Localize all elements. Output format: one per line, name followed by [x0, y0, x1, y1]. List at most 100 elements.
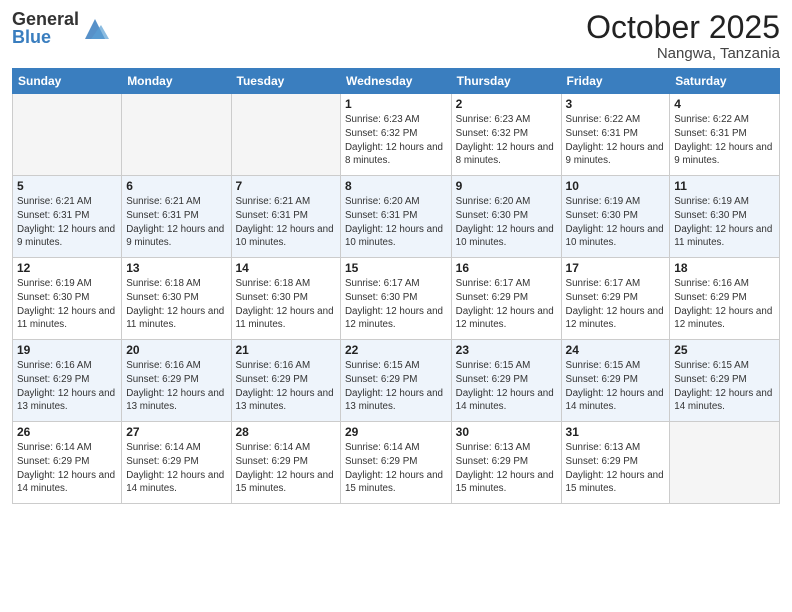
day-number: 19	[17, 343, 117, 357]
day-info: Sunrise: 6:16 AMSunset: 6:29 PMDaylight:…	[236, 359, 336, 414]
day-number: 18	[674, 261, 775, 275]
header: General Blue October 2025 Nangwa, Tanzan…	[12, 10, 780, 62]
day-info: Sunrise: 6:16 AMSunset: 6:29 PMDaylight:…	[17, 359, 117, 414]
table-row	[231, 94, 340, 176]
day-info: Sunrise: 6:17 AMSunset: 6:30 PMDaylight:…	[345, 277, 447, 332]
day-info: Sunrise: 6:19 AMSunset: 6:30 PMDaylight:…	[566, 195, 666, 250]
day-info: Sunrise: 6:13 AMSunset: 6:29 PMDaylight:…	[566, 441, 666, 496]
table-row: 12 Sunrise: 6:19 AMSunset: 6:30 PMDayligh…	[13, 258, 122, 340]
calendar-week-row: 5 Sunrise: 6:21 AMSunset: 6:31 PMDaylight…	[13, 176, 780, 258]
table-row: 15 Sunrise: 6:17 AMSunset: 6:30 PMDayligh…	[340, 258, 451, 340]
table-row: 2 Sunrise: 6:23 AMSunset: 6:32 PMDaylight…	[451, 94, 561, 176]
table-row: 24 Sunrise: 6:15 AMSunset: 6:29 PMDayligh…	[561, 340, 670, 422]
day-number: 29	[345, 425, 447, 439]
header-tuesday: Tuesday	[231, 69, 340, 94]
day-info: Sunrise: 6:19 AMSunset: 6:30 PMDaylight:…	[17, 277, 117, 332]
table-row: 4Sunrise: 6:22 AMSunset: 6:31 PMDaylight…	[670, 94, 780, 176]
day-info: Sunrise: 6:21 AMSunset: 6:31 PMDaylight:…	[17, 195, 117, 250]
table-row: 21 Sunrise: 6:16 AMSunset: 6:29 PMDayligh…	[231, 340, 340, 422]
day-info: Sunrise: 6:15 AMSunset: 6:29 PMDaylight:…	[566, 359, 666, 414]
day-number: 2	[456, 97, 557, 111]
table-row: 13Sunrise: 6:18 AMSunset: 6:30 PMDayligh…	[122, 258, 231, 340]
table-row: 29Sunrise: 6:14 AMSunset: 6:29 PMDayligh…	[340, 422, 451, 504]
day-info: Sunrise: 6:20 AMSunset: 6:31 PMDaylight:…	[345, 195, 447, 250]
header-friday: Friday	[561, 69, 670, 94]
day-number: 10	[566, 179, 666, 193]
calendar-table: Sunday Monday Tuesday Wednesday Thursday…	[12, 68, 780, 504]
day-info: Sunrise: 6:18 AMSunset: 6:30 PMDaylight:…	[236, 277, 336, 332]
table-row: 27Sunrise: 6:14 AMSunset: 6:29 PMDayligh…	[122, 422, 231, 504]
day-info: Sunrise: 6:20 AMSunset: 6:30 PMDaylight:…	[456, 195, 557, 250]
table-row: 26Sunrise: 6:14 AMSunset: 6:29 PMDayligh…	[13, 422, 122, 504]
day-info: Sunrise: 6:19 AMSunset: 6:30 PMDaylight:…	[674, 195, 775, 250]
table-row: 6Sunrise: 6:21 AMSunset: 6:31 PMDaylight…	[122, 176, 231, 258]
table-row: 25 Sunrise: 6:15 AMSunset: 6:29 PMDayligh…	[670, 340, 780, 422]
table-row: 31 Sunrise: 6:13 AMSunset: 6:29 PMDayligh…	[561, 422, 670, 504]
day-number: 15	[345, 261, 447, 275]
logo-icon	[81, 15, 109, 43]
day-number: 24	[566, 343, 666, 357]
calendar-week-row: 19 Sunrise: 6:16 AMSunset: 6:29 PMDayligh…	[13, 340, 780, 422]
day-number: 9	[456, 179, 557, 193]
day-number: 26	[17, 425, 117, 439]
day-info: Sunrise: 6:23 AMSunset: 6:32 PMDaylight:…	[345, 113, 447, 168]
day-info: Sunrise: 6:15 AMSunset: 6:29 PMDaylight:…	[456, 359, 557, 414]
table-row	[670, 422, 780, 504]
day-info: Sunrise: 6:16 AMSunset: 6:29 PMDaylight:…	[126, 359, 226, 414]
table-row: 22Sunrise: 6:15 AMSunset: 6:29 PMDayligh…	[340, 340, 451, 422]
calendar-week-row: 12 Sunrise: 6:19 AMSunset: 6:30 PMDayligh…	[13, 258, 780, 340]
day-info: Sunrise: 6:15 AMSunset: 6:29 PMDaylight:…	[674, 359, 775, 414]
day-info: Sunrise: 6:14 AMSunset: 6:29 PMDaylight:…	[236, 441, 336, 496]
day-number: 3	[566, 97, 666, 111]
logo-general: General	[12, 10, 79, 28]
table-row	[13, 94, 122, 176]
day-number: 11	[674, 179, 775, 193]
day-number: 16	[456, 261, 557, 275]
table-row: 14 Sunrise: 6:18 AMSunset: 6:30 PMDayligh…	[231, 258, 340, 340]
day-info: Sunrise: 6:16 AMSunset: 6:29 PMDaylight:…	[674, 277, 775, 332]
day-number: 7	[236, 179, 336, 193]
day-number: 17	[566, 261, 666, 275]
table-row: 7 Sunrise: 6:21 AMSunset: 6:31 PMDaylight…	[231, 176, 340, 258]
table-row: 5 Sunrise: 6:21 AMSunset: 6:31 PMDaylight…	[13, 176, 122, 258]
day-number: 31	[566, 425, 666, 439]
day-info: Sunrise: 6:22 AMSunset: 6:31 PMDaylight:…	[674, 113, 775, 168]
day-number: 14	[236, 261, 336, 275]
title-area: October 2025 Nangwa, Tanzania	[586, 10, 780, 62]
day-info: Sunrise: 6:23 AMSunset: 6:32 PMDaylight:…	[456, 113, 557, 168]
day-info: Sunrise: 6:14 AMSunset: 6:29 PMDaylight:…	[126, 441, 226, 496]
day-number: 30	[456, 425, 557, 439]
day-number: 6	[126, 179, 226, 193]
table-row: 18 Sunrise: 6:16 AMSunset: 6:29 PMDayligh…	[670, 258, 780, 340]
day-number: 13	[126, 261, 226, 275]
header-monday: Monday	[122, 69, 231, 94]
day-info: Sunrise: 6:15 AMSunset: 6:29 PMDaylight:…	[345, 359, 447, 414]
day-number: 12	[17, 261, 117, 275]
table-row: 17 Sunrise: 6:17 AMSunset: 6:29 PMDayligh…	[561, 258, 670, 340]
location: Nangwa, Tanzania	[586, 45, 780, 62]
day-info: Sunrise: 6:21 AMSunset: 6:31 PMDaylight:…	[236, 195, 336, 250]
table-row: 10 Sunrise: 6:19 AMSunset: 6:30 PMDayligh…	[561, 176, 670, 258]
day-number: 8	[345, 179, 447, 193]
page-container: General Blue October 2025 Nangwa, Tanzan…	[0, 0, 792, 612]
day-number: 25	[674, 343, 775, 357]
day-info: Sunrise: 6:17 AMSunset: 6:29 PMDaylight:…	[566, 277, 666, 332]
header-thursday: Thursday	[451, 69, 561, 94]
calendar-week-row: 1Sunrise: 6:23 AMSunset: 6:32 PMDaylight…	[13, 94, 780, 176]
day-number: 28	[236, 425, 336, 439]
day-number: 23	[456, 343, 557, 357]
day-number: 5	[17, 179, 117, 193]
table-row: 9 Sunrise: 6:20 AMSunset: 6:30 PMDaylight…	[451, 176, 561, 258]
header-sunday: Sunday	[13, 69, 122, 94]
month-title: October 2025	[586, 10, 780, 45]
table-row: 23 Sunrise: 6:15 AMSunset: 6:29 PMDayligh…	[451, 340, 561, 422]
calendar-week-row: 26 Sunrise: 6:14 AMSunset: 6:29 PMDayligh…	[13, 422, 780, 504]
table-row: 20Sunrise: 6:16 AMSunset: 6:29 PMDayligh…	[122, 340, 231, 422]
table-row: 30Sunrise: 6:13 AMSunset: 6:29 PMDayligh…	[451, 422, 561, 504]
header-saturday: Saturday	[670, 69, 780, 94]
table-row: 28 Sunrise: 6:14 AMSunset: 6:29 PMDayligh…	[231, 422, 340, 504]
table-row: 3Sunrise: 6:22 AMSunset: 6:31 PMDaylight…	[561, 94, 670, 176]
weekday-header-row: Sunday Monday Tuesday Wednesday Thursday…	[13, 69, 780, 94]
day-number: 21	[236, 343, 336, 357]
table-row	[122, 94, 231, 176]
